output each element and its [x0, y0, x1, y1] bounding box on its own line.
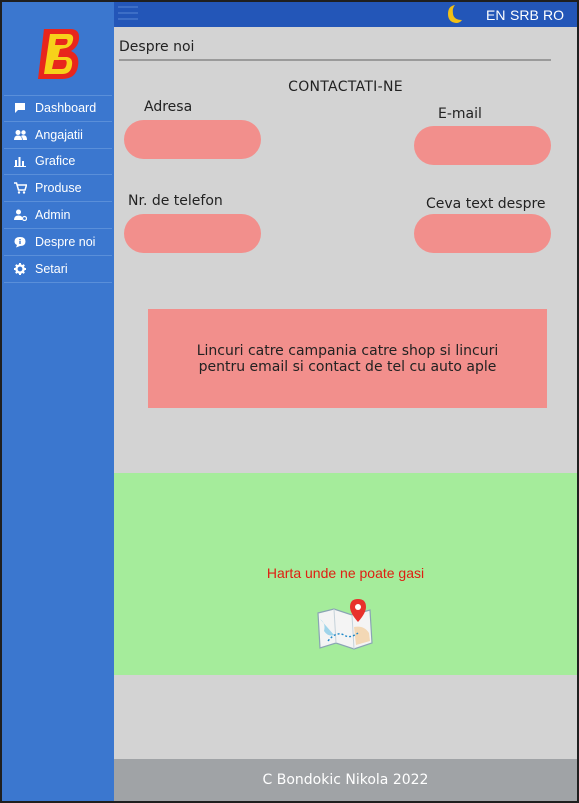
sidebar-item-label: Produse [35, 181, 82, 196]
sidebar-item-produse[interactable]: Produse [4, 175, 112, 203]
sidebar-item-label: Despre noi [35, 234, 96, 249]
title-divider [119, 59, 551, 61]
sidebar-item-despre-noi[interactable]: Despre noi [4, 229, 112, 256]
footer: C Bondokic Nikola 2022 [114, 759, 577, 801]
email-field[interactable] [414, 126, 551, 165]
sidebar: Dashboard Angajatii Grafice Produse Admi… [2, 2, 114, 801]
map-caption: Harta unde ne poate gasi [266, 565, 425, 581]
phone-label: Nr. de telefon [128, 193, 223, 209]
links-box: Lincuri catre campania catre shop si lin… [148, 309, 547, 408]
main-content: Despre noi CONTACTATI-NE Adresa E-mail N… [114, 27, 577, 801]
links-box-text: Lincuri catre campania catre shop si lin… [196, 342, 499, 375]
sidebar-item-label: Setari [35, 261, 68, 276]
bar-chart-icon [13, 154, 27, 168]
brand-logo[interactable] [38, 27, 82, 81]
page-title: Despre noi [119, 39, 195, 55]
sidebar-nav: Dashboard Angajatii Grafice Produse Admi… [4, 95, 112, 283]
email-label: E-mail [438, 106, 482, 122]
footer-text: C Bondokic Nikola 2022 [262, 772, 429, 788]
menu-toggle-icon[interactable] [118, 6, 138, 22]
address-field[interactable] [124, 120, 261, 159]
sidebar-item-label: Dashboard [35, 101, 97, 116]
dark-mode-moon-icon[interactable] [445, 4, 463, 24]
sidebar-item-label: Grafice [35, 154, 76, 169]
app-frame: Dashboard Angajatii Grafice Produse Admi… [2, 2, 577, 801]
sidebar-item-label: Admin [35, 208, 71, 223]
users-icon [13, 128, 27, 142]
language-srb-link[interactable]: SRB [510, 7, 539, 23]
language-en-link[interactable]: EN [486, 7, 505, 23]
chat-bubble-icon [13, 101, 27, 115]
info-bubble-icon [13, 235, 27, 249]
sidebar-item-admin[interactable]: Admin [4, 202, 112, 229]
sidebar-item-angajatii[interactable]: Angajatii [4, 122, 112, 149]
top-bar: EN SRB RO [114, 2, 577, 27]
about-text-field[interactable] [414, 214, 551, 253]
sidebar-item-grafice[interactable]: Grafice [4, 149, 112, 176]
user-gear-icon [13, 208, 27, 222]
sidebar-item-setari[interactable]: Setari [4, 256, 112, 283]
phone-field[interactable] [124, 214, 261, 253]
language-ro-link[interactable]: RO [543, 7, 564, 23]
sidebar-item-label: Angajatii [35, 127, 83, 142]
gear-icon [13, 262, 27, 276]
address-label: Adresa [144, 99, 193, 115]
contact-section-title: CONTACTATI-NE [288, 79, 403, 95]
about-text-label: Ceva text despre [426, 196, 546, 212]
map-pin-icon[interactable] [314, 597, 376, 655]
map-section: Harta unde ne poate gasi [114, 473, 577, 675]
sidebar-item-dashboard[interactable]: Dashboard [4, 95, 112, 122]
cart-icon [13, 181, 27, 195]
